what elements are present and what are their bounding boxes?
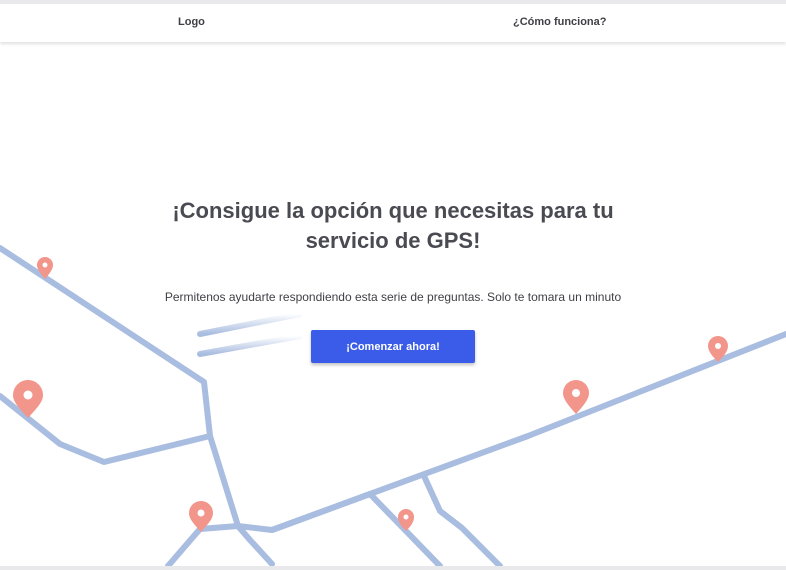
hero-title: ¡Consigue la opción que necesitas para t… — [172, 198, 614, 253]
logo[interactable]: Logo — [178, 16, 205, 28]
nav-how-it-works-link[interactable]: ¿Cómo funciona? — [513, 16, 607, 28]
road-branch-right — [421, 473, 503, 566]
hero-section: ¡Consigue la opción que necesitas para t… — [0, 196, 786, 363]
bottom-strip — [0, 566, 786, 570]
hero-subtitle: Permitenos ayudarte respondiendo esta se… — [164, 290, 622, 304]
page-frame: Logo ¿Cómo funciona? ¡Consigue la opción… — [0, 4, 786, 566]
start-now-button[interactable]: ¡Comenzar ahora! — [311, 330, 475, 363]
top-navigation-bar: Logo ¿Cómo funciona? — [0, 4, 786, 42]
map-pin-icon — [563, 380, 589, 414]
road-branch-center — [367, 491, 443, 566]
